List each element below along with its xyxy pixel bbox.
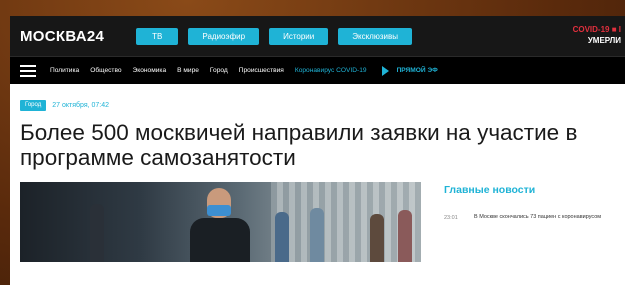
photo-bystander [370,214,384,262]
live-broadcast-link[interactable]: ПРЯМОЙ ЭФ [397,67,438,74]
tv-button[interactable]: ТВ [136,27,179,45]
photo-bystander [90,204,104,262]
top-header: МОСКВА24 ТВ Радиоэфир Истории Эксклюзивы… [10,16,625,56]
nav-item-coronavirus[interactable]: Коронавирус COVID-19 [295,67,367,74]
photo-bystander [275,212,289,262]
sidebar-title[interactable]: Главные новости [444,184,624,196]
play-icon[interactable] [381,65,389,76]
nav-item-politics[interactable]: Политика [50,67,79,74]
category-tag[interactable]: Город [20,100,47,111]
list-item[interactable]: 23:01 В Москве скончались 73 пациен с ко… [444,214,624,222]
covid-label: COVID-19 ■ I [572,25,621,34]
news-text[interactable]: В Москве скончались 73 пациен с коронави… [474,214,624,222]
photo-bystander [398,210,412,262]
photo-bystander [310,208,324,262]
news-time: 23:01 [444,215,458,221]
top-news-sidebar: Главные новости 23:01 В Москве скончалис… [444,182,624,262]
covid-deaths-label: УМЕРЛИ [587,36,621,45]
nav-item-society[interactable]: Общество [90,67,121,74]
photo-man-in-mask [190,188,250,262]
nav-item-incidents[interactable]: Происшествия [239,67,284,74]
menu-icon[interactable] [20,64,36,77]
article-photo [20,182,421,262]
covid-counter[interactable]: COVID-19 ■ I УМЕРЛИ [573,24,621,46]
browser-page: МОСКВА24 ТВ Радиоэфир Истории Эксклюзивы… [10,16,625,285]
nav-item-world[interactable]: В мире [177,67,199,74]
stories-button[interactable]: Истории [269,27,329,45]
publish-date: 27 октября, 07:42 [52,102,110,109]
site-logo[interactable]: МОСКВА24 [20,28,104,45]
article-meta: Город 27 октября, 07:42 [20,100,625,111]
nav-item-city[interactable]: Город [210,67,228,74]
main-navigation: Политика Общество Экономика В мире Город… [10,56,625,84]
radio-button[interactable]: Радиоэфир [188,27,260,45]
nav-item-economy[interactable]: Экономика [133,67,167,74]
article-body: Главные новости 23:01 В Москве скончалис… [10,182,625,262]
exclusives-button[interactable]: Эксклюзивы [338,27,412,45]
article-headline: Более 500 москвичей направили заявки на … [20,120,578,170]
